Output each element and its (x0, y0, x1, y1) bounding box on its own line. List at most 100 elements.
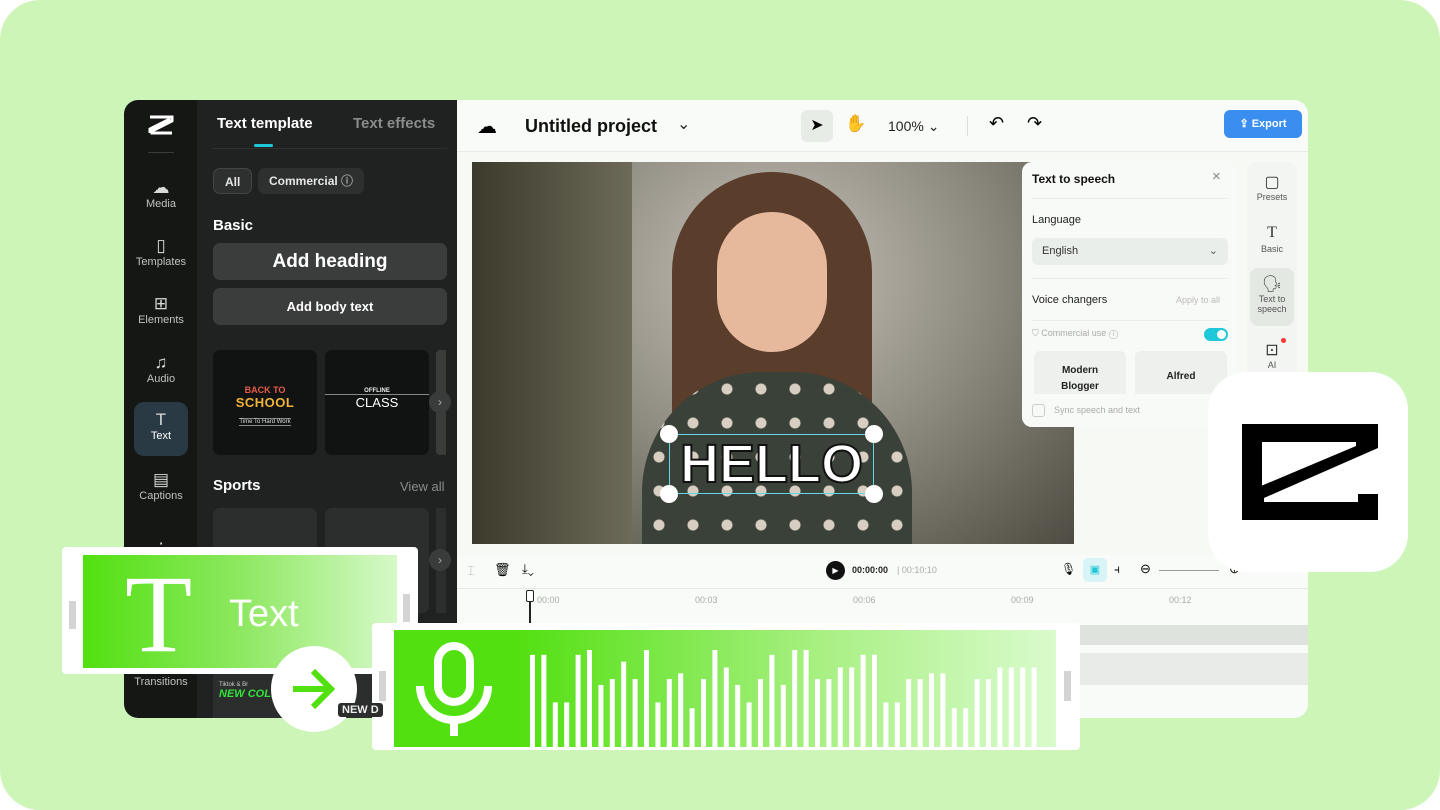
close-icon[interactable]: × (1212, 168, 1221, 185)
add-body-text-button[interactable]: Add body text (213, 288, 447, 325)
scroll-right-button[interactable]: › (429, 549, 451, 571)
divider (148, 152, 174, 153)
waveform-bar (997, 667, 1003, 747)
rail-item-captions[interactable]: ▤ Captions (134, 462, 188, 516)
waveform-bar (666, 679, 672, 747)
rail-label: Text to speech (1257, 294, 1287, 314)
resize-handle[interactable] (865, 485, 883, 503)
filter-label: Commercial (269, 174, 338, 188)
rail-item-elements[interactable]: ⊞ Elements (134, 286, 188, 340)
rail-label: Presets (1256, 192, 1288, 202)
text-clip-label: Text (229, 593, 299, 635)
rail-basic[interactable]: T Basic (1250, 218, 1294, 254)
split-clip-icon[interactable]: ⫞ (1114, 562, 1120, 577)
microphone-icon (416, 642, 492, 736)
resize-handle[interactable] (660, 425, 678, 443)
waveform-bar (746, 702, 752, 747)
waveform-bar (701, 679, 706, 747)
apply-to-all-button[interactable]: Apply to all (1176, 295, 1220, 305)
rail-item-label: Media (146, 198, 176, 210)
audio-clip-card (372, 623, 1080, 750)
rail-item-audio[interactable]: ♫ Audio (134, 345, 188, 399)
overlay-text[interactable]: HELLO (670, 434, 873, 494)
divider (1032, 320, 1227, 321)
capcut-logo (148, 114, 174, 136)
waveform-bar (575, 654, 581, 747)
ai-avatar-icon: ⊡ (1265, 342, 1279, 359)
upload-icon: ⇪ (1239, 118, 1249, 130)
ruler-tick-label: 00:09 (1011, 595, 1034, 605)
trash-icon[interactable]: 🗑 (494, 562, 511, 578)
add-heading-button[interactable]: Add heading (213, 243, 447, 280)
clip-handle-left[interactable] (379, 671, 386, 701)
resize-handle[interactable] (660, 485, 678, 503)
divider (1032, 198, 1227, 199)
waveform-bar (872, 654, 877, 747)
commercial-use-toggle[interactable] (1204, 328, 1228, 341)
tab-text-effects[interactable]: Text effects (353, 115, 435, 132)
video-canvas[interactable]: HELLO (472, 162, 1074, 544)
template-back-to-school[interactable]: BACK TO SCHOOL Time To Hard Work (213, 350, 317, 455)
rail-text-to-speech[interactable]: 🗣 Text to speech (1250, 268, 1294, 326)
zoom-level[interactable]: 100% ⌄ (888, 118, 939, 135)
rail-presets[interactable]: ▢ Presets (1250, 166, 1294, 202)
zoom-slider[interactable] (1159, 570, 1219, 571)
snap-icon[interactable]: ▣ (1083, 558, 1107, 582)
template-new-d-label: NEW D (338, 703, 383, 717)
clip-handle-right[interactable] (1064, 671, 1071, 701)
hand-tool-icon[interactable]: ✋ (845, 114, 866, 134)
template-offline-class[interactable]: OFFLINE CLASS (325, 350, 429, 455)
cloud-icon[interactable]: ☁ (477, 114, 497, 139)
rail-item-text[interactable]: T Text (134, 402, 188, 456)
language-select[interactable]: English ⌄ (1032, 238, 1228, 265)
text-to-speech-panel: Text to speech × Language English ⌄ Voice… (1022, 162, 1237, 427)
filter-commercial[interactable]: Commercial ⓘ (258, 168, 365, 194)
playhead[interactable] (526, 590, 534, 624)
divider (457, 588, 1308, 589)
capcut-app-icon (1208, 372, 1408, 572)
play-button[interactable]: ▶ (826, 561, 845, 580)
time-ruler: 00:00 00:03 00:06 00:09 00:12 (457, 595, 1308, 609)
waveform-bar (906, 679, 912, 747)
thumb-top: BACK TO (244, 385, 286, 395)
waveform-bar (780, 684, 786, 747)
commercial-use-label: ⛉ Commercial use ⓘ (1032, 328, 1118, 338)
divider (967, 116, 968, 136)
divider (212, 148, 447, 149)
redo-icon[interactable]: ↷ (1027, 113, 1042, 134)
sync-checkbox[interactable] (1032, 404, 1045, 417)
waveform-bar (826, 679, 832, 747)
filter-all[interactable]: All (213, 168, 253, 194)
clip-handle-right[interactable] (403, 594, 410, 622)
rail-item-label: Captions (139, 490, 183, 502)
undo-icon[interactable]: ↶ (989, 113, 1004, 134)
resize-handle[interactable] (865, 425, 883, 443)
split-icon[interactable]: ⌶ (467, 563, 475, 579)
text-clip[interactable]: T Text (83, 555, 397, 669)
tab-text-template[interactable]: Text template (217, 115, 313, 132)
waveform-bar (644, 650, 649, 747)
scroll-right-button[interactable]: › (429, 391, 451, 413)
zoom-out-icon[interactable]: ⊖ (1140, 561, 1151, 577)
microphone-icon[interactable]: 🎙 (1061, 562, 1076, 576)
top-bar: ☁ Untitled project ⌄ ➤ ✋ 100% ⌄ ↶ ↷ ⇪ Ex… (457, 100, 1308, 152)
download-icon[interactable]: ⤓⌄ (522, 561, 534, 577)
chevron-down-icon[interactable]: ⌄ (677, 114, 690, 134)
view-all-link[interactable]: View all (400, 479, 445, 494)
zoom-value: 100% (888, 118, 924, 134)
rail-ai[interactable]: ⊡ AI (1250, 334, 1294, 370)
project-title[interactable]: Untitled project (525, 116, 657, 137)
rail-item-templates[interactable]: ▯ Templates (134, 228, 188, 282)
waveform-bar (803, 650, 809, 747)
waveform-bar (621, 661, 627, 747)
waveform-bar (609, 679, 615, 747)
thumb-main: SCHOOL (235, 395, 295, 410)
waveform-bar (1008, 667, 1014, 747)
export-button[interactable]: ⇪ Export (1224, 110, 1302, 138)
sports-heading: Sports (213, 477, 261, 494)
rail-item-media[interactable]: ☁ Media (134, 170, 188, 224)
audio-clip[interactable] (394, 630, 1056, 747)
text-selection-box[interactable]: HELLO (660, 425, 883, 503)
select-tool-icon[interactable]: ➤ (801, 110, 833, 142)
clip-handle-left[interactable] (69, 601, 76, 629)
